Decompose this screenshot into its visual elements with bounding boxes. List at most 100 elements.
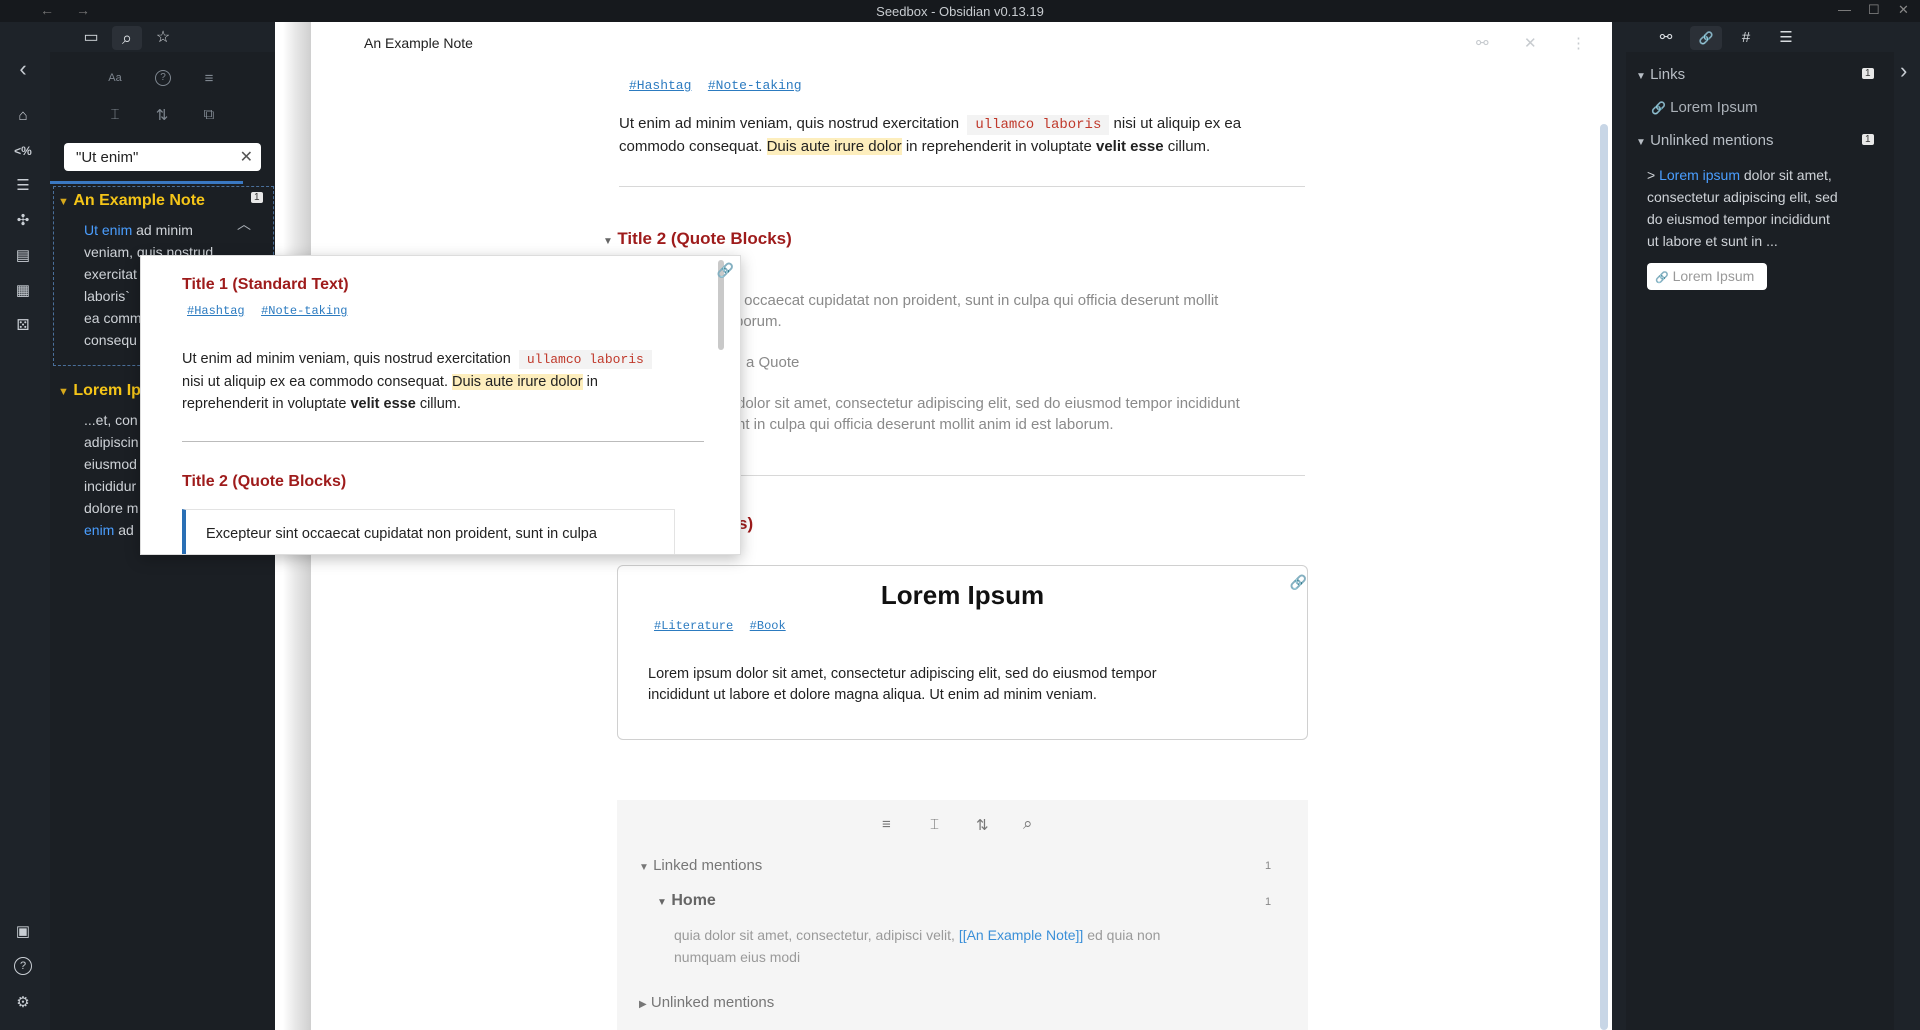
home-icon[interactable]: ⌂ <box>12 105 34 127</box>
close-note-icon[interactable]: ✕ <box>1524 34 1537 52</box>
arrow-glyph: > <box>1647 167 1656 183</box>
expand-right-icon[interactable]: › <box>1900 58 1907 84</box>
list-icon[interactable]: ≡ <box>198 70 220 87</box>
heading-title-1: Title 1 (Standard Text) <box>182 276 349 293</box>
internal-link[interactable]: [[An Example Note]] <box>959 927 1084 943</box>
count-badge: 1 <box>1265 860 1272 872</box>
snippet-line: incididur <box>84 478 137 494</box>
folder-icon: ▭ <box>83 29 99 46</box>
document-list-icon[interactable]: ☰ <box>12 175 34 197</box>
text-line: r occaecat cupidatat non proident, sunt … <box>735 292 1219 309</box>
links-label: Links <box>1650 66 1686 83</box>
slides-icon[interactable]: ▤ <box>12 245 34 267</box>
sort-icon[interactable]: ⇅ <box>976 816 989 834</box>
link-icon: 🔗 <box>1655 272 1669 284</box>
collapse-left-icon[interactable]: ‹ <box>12 58 34 80</box>
snippet-line: ad <box>114 522 134 538</box>
match-case-icon[interactable]: Aa <box>104 72 126 84</box>
hover-preview-popover[interactable]: 🔗 Title 1 (Standard Text) #Hashtag #Note… <box>140 255 741 555</box>
dashboard-icon[interactable]: ▦ <box>12 280 34 302</box>
editor-scrollbar[interactable] <box>1600 124 1608 1030</box>
backlinks-tab[interactable]: ⚯ <box>1650 26 1682 50</box>
heading-title-2: Title 2 (Quote Blocks) <box>182 473 347 490</box>
more-options-icon[interactable]: ⋮ <box>1571 34 1586 52</box>
text-span: nisi ut aliquip ex ea <box>1113 115 1242 132</box>
tag-link[interactable]: #Note-taking <box>261 304 347 318</box>
text-span: cillum. <box>1167 138 1211 155</box>
minimize-icon[interactable]: — <box>1838 2 1851 17</box>
unlinked-label: Unlinked mentions <box>1650 132 1774 149</box>
tags-tab[interactable]: # <box>1730 26 1762 50</box>
text-span: do eiusmod tempor incididunt <box>1647 211 1830 227</box>
mention-match: Lorem ipsum <box>1659 167 1740 183</box>
tag-link[interactable]: #Hashtag <box>629 78 691 93</box>
text-span: ed quia non <box>1087 927 1161 943</box>
vault-icon[interactable]: ▣ <box>12 921 34 943</box>
count-badge: 1 <box>1862 134 1874 145</box>
left-sidebar-tabs: ▭ ⌕ ☆ <box>50 22 275 52</box>
link-icon[interactable]: 🔗 <box>717 262 734 279</box>
tag-link[interactable]: #Literature <box>654 619 733 633</box>
maximize-icon[interactable]: ☐ <box>1868 2 1880 18</box>
chevron-up-icon[interactable]: ︿ <box>237 214 251 234</box>
highlight: Duis aute irure dolor <box>452 374 583 390</box>
backlink-snippet[interactable]: quia dolor sit amet, consectetur, adipis… <box>674 924 1234 968</box>
settings-icon[interactable]: ⚙ <box>12 992 34 1014</box>
close-window-icon[interactable]: ✕ <box>1898 2 1909 18</box>
bold-text: velit esse <box>1095 138 1164 155</box>
help-icon[interactable]: ? <box>14 957 32 975</box>
outgoing-link-item[interactable]: 🔗 Lorem Ipsum <box>1651 99 1758 116</box>
inline-code: ullamco laboris <box>967 115 1110 135</box>
clear-search-icon[interactable]: ✕ <box>240 147 253 167</box>
link-mention-button[interactable]: 🔗 Lorem Ipsum <box>1647 263 1767 290</box>
copy-results-icon[interactable]: ⧉ <box>198 106 220 123</box>
text-span: in <box>586 374 598 390</box>
tag-row: #Hashtag #Note-taking <box>187 301 347 319</box>
tag-link[interactable]: #Book <box>750 619 786 633</box>
count-badge: 1 <box>1265 896 1272 908</box>
embedded-note[interactable]: 🔗 Lorem Ipsum #Literature #Book Lorem ip… <box>617 565 1308 740</box>
search-tab[interactable]: ⌕ <box>112 26 142 50</box>
unlinked-mention-snippet[interactable]: > Lorem ipsum dolor sit amet, consectetu… <box>1647 164 1882 252</box>
ribbon: ‹ ⌂ <% ☰ ✣ ▤ ▦ ⚄ ▣ ? ⚙ <box>0 22 44 1030</box>
window-title: Seedbox - Obsidian v0.13.19 <box>876 4 1044 19</box>
tag-row: #Hashtag #Note-taking <box>629 76 802 94</box>
collapse-results-icon[interactable]: ⌶ <box>104 106 126 123</box>
embed-title: Lorem Ipsum <box>880 580 1045 610</box>
blockquote: Excepteur sint occaecat cupidatat non pr… <box>182 509 675 554</box>
unlinked-section-header[interactable]: ▼ Unlinked mentions <box>1636 132 1773 149</box>
sort-icon[interactable]: ⇅ <box>151 106 173 124</box>
file-explorer-tab[interactable]: ▭ <box>76 26 106 50</box>
search-icon[interactable]: ⌕ <box>1023 814 1033 834</box>
fold-triangle-icon: ▼ <box>1636 137 1646 148</box>
search-result-snippet[interactable]: ...et, con adipiscin eiusmod incididur d… <box>84 409 144 541</box>
fold-triangle-icon[interactable]: ▼ <box>603 236 613 247</box>
dice-icon[interactable]: ⚄ <box>12 315 34 337</box>
search-result-header[interactable]: ▼ An Example Note 1 <box>58 192 268 210</box>
explain-query-icon[interactable]: ? <box>155 70 171 86</box>
tag-link[interactable]: #Note-taking <box>708 78 802 93</box>
tag-row: #Literature #Book <box>654 616 786 634</box>
collapse-icon[interactable]: ⌶ <box>930 816 939 833</box>
result-count-badge: 1 <box>251 192 263 203</box>
text-line: nt in culpa qui officia deserunt mollit … <box>737 416 1114 433</box>
tag-link[interactable]: #Hashtag <box>187 304 245 318</box>
snippet-line: eiusmod <box>84 456 137 472</box>
outgoing-links-tab[interactable]: 🔗 <box>1690 26 1722 50</box>
linked-mentions-header[interactable]: ▼ Linked mentions <box>639 857 762 874</box>
text-span: in reprehenderit in voluptate <box>905 138 1092 155</box>
percent-code-icon[interactable]: <% <box>12 140 34 162</box>
outline-icon: ☰ <box>1779 29 1793 46</box>
outline-tab[interactable]: ☰ <box>1770 26 1802 50</box>
starred-tab[interactable]: ☆ <box>148 26 178 50</box>
heading-row[interactable]: ▼ Title 2 (Quote Blocks) <box>603 229 792 249</box>
search-input[interactable]: "Ut enim" ✕ <box>64 143 261 171</box>
backlink-file-header[interactable]: ▼ Home <box>657 892 716 910</box>
list-icon[interactable]: ≡ <box>882 816 891 833</box>
links-section-header[interactable]: ▼ Links <box>1636 66 1685 83</box>
graph-icon[interactable]: ✣ <box>12 210 34 232</box>
unlinked-mentions-header[interactable]: ▶ Unlinked mentions <box>639 994 774 1011</box>
note-title: An Example Note <box>364 35 473 51</box>
reading-mode-icon[interactable]: ⚯ <box>1476 34 1489 52</box>
heading-title-2: Title 2 (Quote Blocks) <box>617 229 792 248</box>
